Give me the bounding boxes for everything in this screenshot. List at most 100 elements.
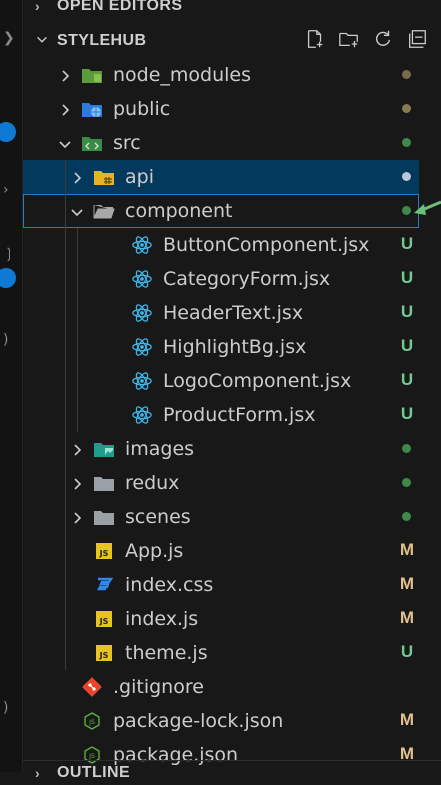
src-folder-icon [81,133,103,153]
git-status-badge: M [399,608,415,627]
tree-file-row[interactable]: .gitignore [23,670,419,704]
tree-item-label: images [125,438,195,460]
activity-bar: ❯ › ❳ ) ) [0,0,22,772]
tree-item-label: HighlightBg.jsx [163,336,307,358]
new-folder-icon[interactable] [338,28,360,55]
tree-folder-row[interactable]: redux [23,466,419,500]
tree-item-label: redux [125,472,180,494]
css-icon [93,575,115,595]
tree-item-label: .gitignore [113,676,204,698]
notification-badge-icon[interactable] [0,268,16,288]
tree-folder-row[interactable]: src [23,126,419,160]
tree-item-label: api [125,166,154,188]
js-icon: JS [93,609,115,629]
tree-item-label: HeaderText.jsx [163,302,304,324]
svg-text:JS: JS [88,753,95,760]
git-status-badge: M [399,574,415,593]
git-status-badge: U [400,336,414,355]
react-icon [131,371,153,391]
svg-text:JS: JS [99,651,109,660]
js-icon: JS [93,541,115,561]
react-icon [131,235,153,255]
git-status-dot-icon [402,478,411,487]
tree-folder-row[interactable]: node_modules [23,58,419,92]
tree-item-label: src [113,132,141,154]
tree-file-row[interactable]: CategoryForm.jsx U [23,262,419,296]
chevron-right-icon[interactable] [57,67,73,83]
tree-file-row[interactable]: HeaderText.jsx U [23,296,419,330]
git-status-badge: U [400,234,414,253]
chevron-down-icon [35,33,57,50]
git-status-badge: U [400,268,414,287]
chevron-right-icon[interactable] [69,509,85,525]
git-status-dot-icon [402,104,411,113]
tree-folder-row[interactable]: images [23,432,419,466]
tree-folder-row[interactable]: component [23,194,419,228]
tree-item-label: component [125,200,233,222]
folder-icon [93,507,115,527]
tree-file-row[interactable]: ProductForm.jsx U [23,398,419,432]
tree-item-label: index.css [125,574,214,596]
chevron-right-icon[interactable] [69,169,85,185]
git-status-badge: M [399,710,415,729]
react-icon [131,303,153,323]
folder-icon [93,473,115,493]
tree-item-label: theme.js [125,642,208,664]
collapse-all-icon[interactable] [406,28,428,55]
refresh-icon[interactable] [372,28,394,55]
tree-item-label: index.js [125,608,199,630]
tree-item-label: scenes [125,506,191,528]
chevron-right-icon[interactable] [57,101,73,117]
git-status-dot-icon [402,444,411,453]
activity-icon-search[interactable]: › [3,182,9,198]
node-modules-folder-icon [81,65,103,85]
activity-icon-extensions[interactable]: ) [3,332,8,348]
git-status-dot-icon [402,172,411,181]
open-editors-label: OPEN EDITORS [57,0,183,14]
chevron-down-icon[interactable] [57,135,73,151]
notification-badge-icon[interactable] [0,122,16,142]
public-folder-icon [81,99,103,119]
chevron-down-icon[interactable] [69,203,85,219]
project-label: STYLEHUB [57,32,147,49]
tree-file-row[interactable]: HighlightBg.jsx U [23,330,419,364]
tree-folder-row[interactable]: scenes [23,500,419,534]
tree-folder-row[interactable]: api [23,160,419,194]
js-icon: JS [93,643,115,663]
tree-file-row[interactable]: JS theme.js U [23,636,419,670]
svg-text:JS: JS [88,719,95,726]
git-status-dot-icon [402,70,411,79]
new-file-icon[interactable] [304,28,326,55]
svg-text:JS: JS [99,617,109,626]
git-status-badge: U [400,404,414,423]
chevron-right-icon[interactable] [69,475,85,491]
api-folder-icon [93,167,115,187]
tree-file-row[interactable]: LogoComponent.jsx U [23,364,419,398]
indent-guide [65,160,66,670]
react-icon [131,269,153,289]
tree-file-row[interactable]: ButtonComponent.jsx U [23,228,419,262]
annotation-arrow-icon [414,200,441,215]
tree-item-label: node_modules [113,64,252,86]
git-status-dot-icon [402,138,411,147]
chevron-right-icon: › [35,0,41,14]
chevron-right-icon: › [35,765,41,781]
open-editors-header[interactable]: › OPEN EDITORS [23,0,441,18]
chevron-right-icon[interactable] [69,441,85,457]
tree-file-row[interactable]: index.css M [23,568,419,602]
react-icon [131,405,153,425]
tree-folder-row[interactable]: public [23,92,419,126]
tree-file-row[interactable]: JS package-lock.json M [23,704,419,738]
project-header[interactable]: STYLEHUB [23,29,441,53]
explorer-panel: › OPEN EDITORS STYLEHUB node_modulespubl… [22,0,441,781]
activity-icon-scm[interactable]: ❳ [3,246,15,262]
tree-item-label: public [113,98,171,120]
outline-header[interactable]: › OUTLINE [23,760,441,785]
tree-item-label: ProductForm.jsx [163,404,316,426]
tree-file-row[interactable]: JS index.js M [23,602,419,636]
svg-text:JS: JS [99,549,109,558]
tree-file-row[interactable]: JS App.js M [23,534,419,568]
activity-icon-accounts[interactable]: ) [3,700,8,716]
tree-item-label: package-lock.json [113,710,284,732]
activity-icon-explorer[interactable]: ❯ [3,30,15,46]
